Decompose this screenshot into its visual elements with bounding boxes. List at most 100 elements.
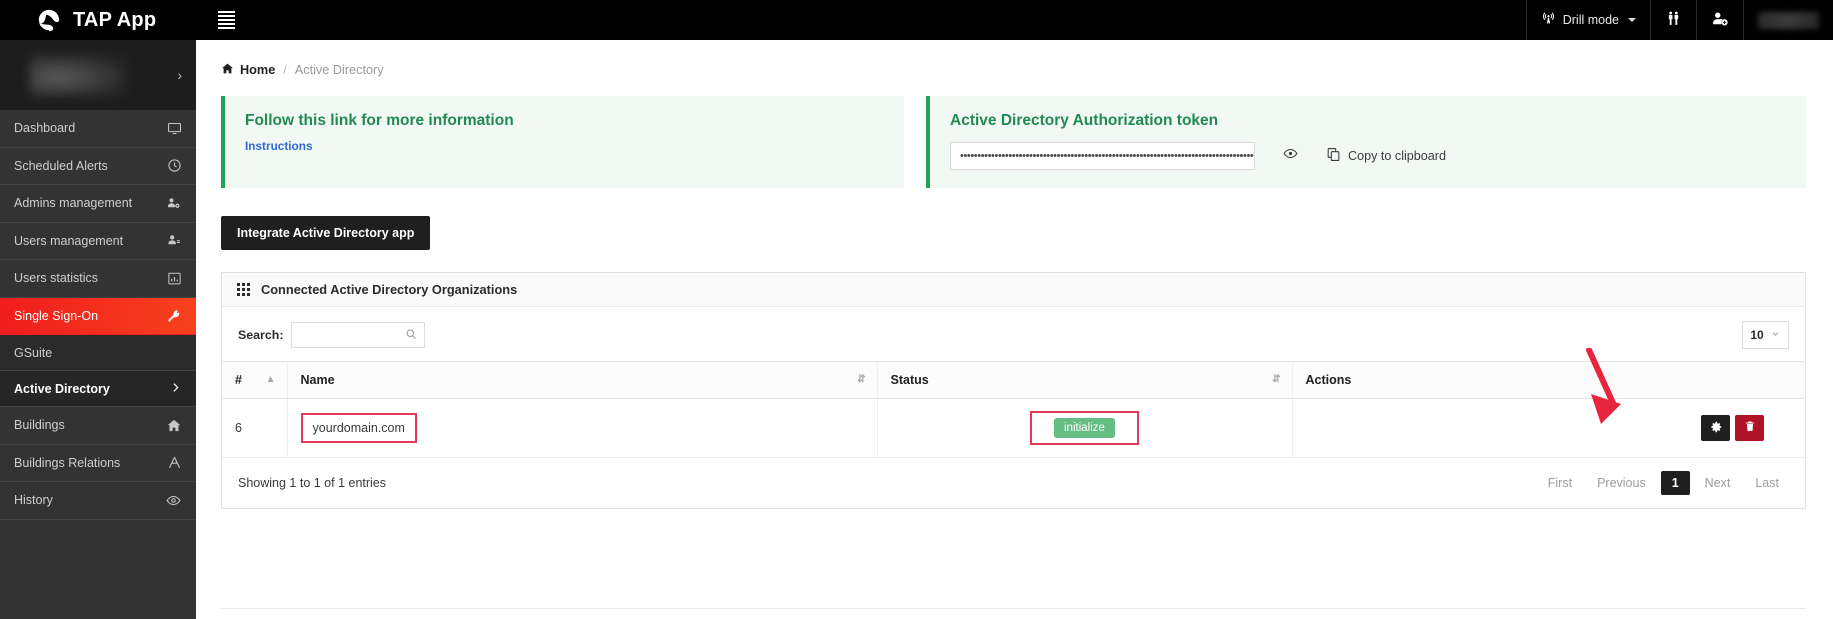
top-navigation-bar: TAP App Drill mode: [0, 0, 1833, 40]
status-badge: initialize: [1054, 418, 1115, 438]
sidebar-item-label: Users statistics: [14, 271, 99, 286]
key-icon: [166, 308, 182, 323]
page-size-value: 10: [1750, 328, 1764, 342]
column-header-name[interactable]: Name ⇵: [287, 361, 878, 399]
organizations-card: Connected Active Directory Organizations…: [221, 272, 1806, 509]
reveal-token-button[interactable]: [1281, 146, 1300, 166]
settings-button[interactable]: [1701, 415, 1730, 441]
chevron-right-icon: ›: [177, 67, 182, 83]
eye-icon: [1281, 148, 1300, 165]
sidebar-item-admins-management[interactable]: Admins management: [0, 185, 196, 223]
broadcast-tower-icon: [1541, 11, 1556, 29]
sidebar-item-scheduled-alerts[interactable]: Scheduled Alerts: [0, 147, 196, 185]
people-button[interactable]: [1650, 0, 1696, 40]
cell-status: initialize: [877, 398, 1293, 458]
sidebar-item-label: Users management: [14, 233, 124, 248]
monitor-icon: [167, 121, 182, 136]
delete-button[interactable]: [1735, 415, 1764, 441]
breadcrumb-home-label: Home: [240, 63, 276, 77]
sidebar-item-buildings-relations[interactable]: Buildings Relations: [0, 444, 196, 482]
sidebar-item-users-management[interactable]: Users management: [0, 222, 196, 260]
user-edit-icon: [166, 233, 182, 248]
sidebar-item-label: Dashboard: [14, 121, 76, 136]
table-tools: Search: 10: [222, 307, 1805, 361]
sidebar-item-label: Single Sign-On: [14, 308, 99, 323]
sidebar-item-gsuite[interactable]: GSuite: [0, 335, 196, 371]
sidebar-item-single-sign-on[interactable]: Single Sign-On: [0, 297, 196, 335]
pagination-next[interactable]: Next: [1695, 471, 1741, 495]
application-window: TAP App Drill mode › Dashboard Scheduled…: [0, 0, 1833, 619]
sidebar-item-buildings[interactable]: Buildings: [0, 407, 196, 445]
token-field[interactable]: ••••••••••••••••••••••••••••••••••••••••…: [950, 142, 1255, 170]
pagination-last[interactable]: Last: [1745, 471, 1789, 495]
column-header-actions: Actions: [1292, 361, 1805, 399]
entries-info: Showing 1 to 1 of 1 entries: [238, 476, 387, 490]
drill-mode-menu[interactable]: Drill mode: [1525, 0, 1650, 40]
column-header-status[interactable]: Status ⇵: [877, 361, 1293, 399]
home-icon: [166, 418, 182, 433]
instructions-title: Follow this link for more information: [245, 112, 514, 129]
column-header-index[interactable]: # ▲: [222, 361, 288, 399]
token-title: Active Directory Authorization token: [950, 112, 1219, 129]
grid-dots-icon: [237, 283, 250, 296]
instructions-panel: Follow this link for more information In…: [221, 96, 904, 188]
status-highlight: initialize: [1030, 411, 1139, 445]
sidebar-item-label: Buildings Relations: [14, 455, 121, 470]
search-label: Search:: [238, 328, 284, 342]
pagination-first[interactable]: First: [1538, 471, 1582, 495]
sidebar-item-users-statistics[interactable]: Users statistics: [0, 260, 196, 298]
sort-icon: ⇵: [1272, 374, 1281, 385]
pagination-page-1[interactable]: 1: [1660, 471, 1690, 495]
table-header-row: # ▲ Name ⇵ Status ⇵ Actions: [222, 361, 1805, 399]
copy-to-clipboard-button[interactable]: Copy to clipboard: [1326, 147, 1446, 165]
add-user-button[interactable]: [1696, 0, 1743, 40]
gear-icon: [1709, 420, 1723, 437]
instructions-link[interactable]: Instructions: [245, 139, 313, 153]
breadcrumb-home[interactable]: Home: [221, 62, 275, 78]
main-content: Home / Active Directory Follow this link…: [196, 40, 1833, 619]
brand-title: TAP App: [73, 8, 157, 31]
home-icon: [221, 62, 234, 78]
sidebar-item-active-directory[interactable]: Active Directory: [0, 371, 196, 407]
card-title: Connected Active Directory Organizations: [261, 282, 518, 297]
bar-chart-icon: [167, 271, 182, 286]
sidebar-item-label: Admins management: [14, 196, 133, 211]
hamburger-menu-icon[interactable]: [218, 11, 235, 29]
sidebar: › Dashboard Scheduled Alerts Admins mana…: [0, 40, 196, 619]
spiral-logo-icon: [36, 7, 62, 33]
pagination: First Previous 1 Next Last: [1538, 471, 1789, 495]
copy-icon: [1326, 147, 1341, 165]
table-head: # ▲ Name ⇵ Status ⇵ Actions: [222, 361, 1805, 399]
table-row[interactable]: 6 yourdomain.com initialize: [222, 398, 1805, 458]
breadcrumb: Home / Active Directory: [196, 40, 1833, 78]
two-people-icon: [1665, 10, 1682, 30]
add-user-icon: [1711, 10, 1729, 31]
card-header: Connected Active Directory Organizations: [222, 273, 1805, 307]
table-footer: Showing 1 to 1 of 1 entries First Previo…: [222, 458, 1805, 508]
chevron-down-icon: [1770, 330, 1781, 341]
sidebar-item-label: GSuite: [14, 345, 53, 360]
bottom-divider: [221, 608, 1806, 609]
sitemap-icon: [167, 455, 182, 470]
table-body: 6 yourdomain.com initialize: [222, 398, 1805, 458]
integrate-active-directory-button[interactable]: Integrate Active Directory app: [221, 216, 431, 250]
search-box[interactable]: [291, 322, 426, 348]
users-cog-icon: [166, 196, 182, 211]
brand-area[interactable]: TAP App: [0, 7, 196, 33]
sort-icon: ⇵: [857, 374, 866, 385]
organizations-table: # ▲ Name ⇵ Status ⇵ Actions 6 yourdomain…: [222, 361, 1805, 458]
cell-actions: [1292, 398, 1805, 458]
sidebar-item-history[interactable]: History: [0, 482, 196, 520]
page-size-select[interactable]: 10: [1742, 321, 1789, 349]
user-avatar[interactable]: [1743, 0, 1833, 40]
info-panels: Follow this link for more information In…: [196, 78, 1833, 188]
pagination-previous[interactable]: Previous: [1587, 471, 1656, 495]
column-label: Name: [300, 373, 335, 387]
sidebar-item-dashboard[interactable]: Dashboard: [0, 110, 196, 148]
search-area: Search:: [238, 322, 426, 348]
breadcrumb-separator: /: [283, 63, 287, 77]
eye-icon: [165, 493, 182, 508]
sidebar-profile[interactable]: ›: [0, 40, 196, 110]
breadcrumb-current: Active Directory: [294, 63, 384, 77]
actions-group: [1306, 415, 1793, 441]
